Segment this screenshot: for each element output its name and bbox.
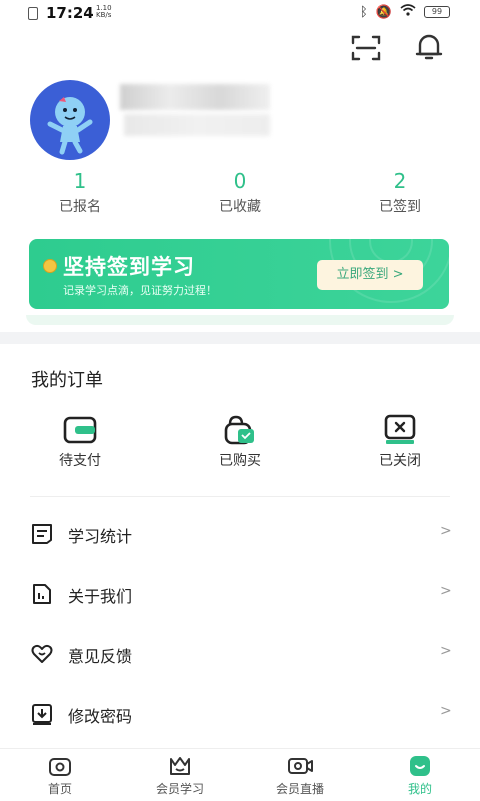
order-closed[interactable]: 已关闭 (320, 414, 480, 470)
main-card: 我的订单 待支付 已购买 已关闭 学习统计 > 关于我们 > 意见反馈 > 修改… (0, 344, 480, 748)
sim-icon (28, 7, 38, 20)
profile-icon (410, 756, 430, 776)
menu-item-label: 意见反馈 (68, 647, 133, 666)
divider (30, 496, 450, 497)
chevron-right-icon: > (440, 523, 452, 539)
username-blurred (120, 84, 270, 110)
avatar[interactable] (30, 80, 110, 160)
status-icons: ᛒ 🔕 99 (360, 4, 450, 20)
stat-label: 已收藏 (219, 199, 261, 215)
network-speed: 1.10 KB/s (96, 4, 112, 19)
profile-header: 1 已报名 0 已收藏 2 已签到 坚持签到学习 记录学习点滴，见证努力过程！ … (0, 28, 480, 332)
bottom-tab-bar: 首页 会员学习 会员直播 我的 (0, 748, 480, 801)
bluetooth-icon: ᛒ (360, 4, 368, 20)
heart-icon (31, 644, 53, 663)
menu-item-label: 修改密码 (68, 707, 133, 726)
menu-item-change-password[interactable]: 修改密码 > (0, 684, 480, 744)
checkin-button[interactable]: 立即签到 > (317, 260, 423, 290)
closed-box-icon (384, 414, 416, 444)
scan-icon[interactable] (349, 32, 383, 64)
battery-icon: 99 (424, 6, 450, 18)
stat-checkins[interactable]: 2 已签到 (320, 168, 480, 216)
order-label: 待支付 (59, 453, 101, 469)
tab-label: 我的 (407, 782, 432, 796)
coin-icon (43, 259, 57, 273)
mute-icon: 🔕 (375, 4, 392, 20)
tab-label: 首页 (47, 782, 72, 796)
stat-favorites[interactable]: 0 已收藏 (160, 168, 320, 216)
bell-icon[interactable] (412, 30, 446, 64)
menu-item-about-us[interactable]: 关于我们 > (0, 564, 480, 624)
stat-value: 1 (73, 169, 87, 193)
video-icon (288, 758, 313, 774)
info-file-icon (33, 584, 51, 604)
banner-subtitle: 记录学习点滴，见证努力过程！ (63, 284, 217, 297)
user-info-blurred (124, 114, 270, 136)
order-label: 已关闭 (379, 453, 421, 469)
shopping-bag-icon (224, 415, 254, 445)
tab-label: 会员直播 (275, 782, 324, 796)
stat-value: 2 (393, 169, 407, 193)
stat-value: 0 (233, 169, 247, 193)
orders-title: 我的订单 (31, 370, 103, 391)
download-box-icon (32, 704, 52, 725)
chevron-right-icon: > (440, 643, 452, 659)
stat-label: 已签到 (379, 199, 421, 215)
wifi-icon (400, 4, 416, 20)
tab-member-live[interactable]: 会员直播 (240, 749, 360, 801)
banner-shadow (26, 315, 454, 325)
menu-item-label: 学习统计 (68, 527, 133, 546)
menu-item-label: 关于我们 (68, 587, 133, 606)
tab-member-study[interactable]: 会员学习 (120, 749, 240, 801)
banner-title: 坚持签到学习 (63, 255, 195, 279)
status-bar: 17:24 1.10 KB/s ᛒ 🔕 99 (0, 0, 480, 28)
menu-item-study-stats[interactable]: 学习统计 > (0, 504, 480, 564)
order-label: 已购买 (219, 453, 261, 469)
tab-home[interactable]: 首页 (0, 749, 120, 801)
status-time: 17:24 (46, 4, 94, 22)
order-purchased[interactable]: 已购买 (160, 414, 320, 470)
orders-row: 待支付 已购买 已关闭 (0, 414, 480, 470)
chevron-right-icon: > (440, 583, 452, 599)
order-pending-payment[interactable]: 待支付 (0, 414, 160, 470)
chevron-right-icon: > (440, 703, 452, 719)
home-icon (49, 758, 71, 776)
checkin-banner[interactable]: 坚持签到学习 记录学习点滴，见证努力过程！ 立即签到 > (29, 239, 449, 309)
tab-mine[interactable]: 我的 (360, 749, 480, 801)
document-list-icon (32, 524, 52, 544)
menu-item-feedback[interactable]: 意见反馈 > (0, 624, 480, 684)
crown-icon (170, 757, 190, 775)
stat-enrolled[interactable]: 1 已报名 (0, 168, 160, 216)
stat-label: 已报名 (59, 199, 101, 215)
stats-row: 1 已报名 0 已收藏 2 已签到 (0, 168, 480, 216)
tab-label: 会员学习 (155, 782, 204, 796)
wallet-icon (63, 416, 97, 444)
